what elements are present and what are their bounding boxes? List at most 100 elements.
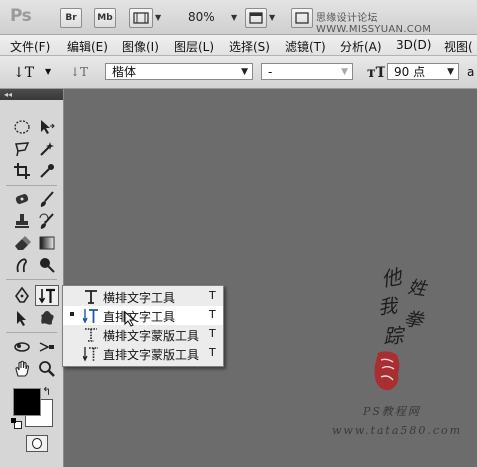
smudge-finger-icon [16, 258, 27, 273]
menu-layer[interactable]: 图层(L) [174, 38, 214, 55]
chevron-down-icon[interactable]: ▼ [231, 13, 237, 22]
zoom-tool[interactable] [36, 359, 58, 379]
pen-tool[interactable] [11, 285, 33, 305]
clone-stamp-tool[interactable] [11, 211, 33, 231]
menu-bar: 文件(F) 编辑(E) 图像(I) 图层(L) 选择(S) 滤镜(T) 分析(A… [0, 35, 477, 56]
anti-alias-label: a [467, 65, 475, 79]
font-size-field[interactable]: 90 点 ▼ [387, 63, 459, 80]
brush-icon [40, 191, 54, 207]
chevron-down-icon[interactable]: ▼ [269, 13, 275, 22]
default-colors-icon[interactable] [11, 418, 22, 429]
tools-panel: ◂◂ ↰ [0, 89, 64, 467]
application-bar: Ps Br Mb ▼ 80% ▼ ▼ 思缘设计论坛 WWW.MISSYUAN.C… [0, 0, 477, 35]
chevron-down-icon: ▼ [447, 67, 454, 77]
eraser-icon [15, 236, 31, 250]
quick-mask-icon [32, 438, 42, 449]
chevron-down-icon[interactable]: ▼ [155, 13, 161, 22]
hand-tool[interactable] [11, 359, 33, 379]
vertical-type-icon [83, 309, 98, 324]
toolbox-divider [6, 279, 57, 280]
dodge-icon [40, 258, 55, 273]
chevron-down-icon: ▼ [241, 67, 248, 77]
eraser-tool[interactable] [11, 233, 33, 253]
menu-filter[interactable]: 滤镜(T) [285, 38, 326, 55]
eyedropper-icon [40, 164, 54, 178]
swap-colors-icon[interactable]: ↰ [42, 385, 51, 398]
bandage-icon [15, 194, 29, 204]
calligraphy-character: 姓 [406, 276, 428, 301]
mini-bridge-button[interactable]: Mb [94, 8, 116, 28]
tools-panel-header[interactable]: ◂◂ [0, 89, 63, 100]
site-url-text: www.tata580.com [332, 424, 463, 437]
3d-rotate-tool[interactable] [11, 337, 33, 357]
font-style-select[interactable]: - ▼ [261, 63, 353, 80]
3d-camera-tool[interactable] [36, 337, 58, 357]
screen-mode-icon [295, 12, 309, 24]
hand-icon [15, 360, 30, 377]
menu-select[interactable]: 选择(S) [229, 38, 270, 55]
site-name-text: PS教程网 [363, 405, 421, 418]
polygonal-lasso-icon [15, 142, 30, 157]
bridge-button[interactable]: Br [60, 8, 82, 28]
flyout-vertical-type-tool[interactable]: 直排文字工具 T [63, 306, 223, 325]
gradient-tool[interactable] [36, 233, 58, 253]
menu-edit[interactable]: 编辑(E) [67, 38, 108, 55]
menu-analysis[interactable]: 分析(A) [340, 38, 382, 55]
custom-shape-tool[interactable] [36, 308, 58, 328]
toolbox-divider [6, 185, 57, 186]
mouse-pointer-icon [124, 311, 136, 327]
flyout-vertical-type-mask-tool[interactable]: 直排文字蒙版工具 T [63, 344, 223, 363]
type-tool-flyout-menu: 横排文字工具 T 直排文字工具 T 横排文字蒙版工具 T 直排文字蒙版工具 T [62, 285, 224, 367]
menu-3d[interactable]: 3D(D) [396, 38, 431, 52]
vertical-type-mask-icon [83, 347, 98, 362]
quick-mask-button[interactable] [26, 435, 48, 452]
ellipse-marquee-icon [14, 120, 30, 134]
spot-healing-tool[interactable] [11, 189, 33, 209]
toggle-text-orientation-button[interactable]: ↓T [67, 62, 89, 82]
font-family-select[interactable]: 楷体 ▼ [105, 63, 253, 80]
menu-view[interactable]: 视图( [444, 38, 473, 55]
move-tool[interactable] [36, 117, 58, 137]
flyout-horizontal-type-tool[interactable]: 横排文字工具 T [63, 287, 223, 306]
dodge-tool[interactable] [36, 255, 58, 275]
crop-tool[interactable] [11, 161, 33, 181]
magic-wand-icon [40, 142, 54, 156]
pen-nib-icon [15, 286, 29, 303]
marquee-tool[interactable] [11, 117, 33, 137]
svg-text:ᴛT: ᴛT [367, 65, 385, 80]
eyedropper-tool[interactable] [36, 161, 58, 181]
vertical-type-icon: ↓T [13, 65, 35, 80]
foreground-color-swatch[interactable] [13, 388, 41, 416]
path-selection-arrow-icon [17, 311, 26, 326]
brush-tool[interactable] [36, 189, 58, 209]
svg-text:↓T: ↓T [70, 65, 88, 79]
magnifier-icon [39, 361, 55, 377]
history-brush-icon [39, 213, 54, 229]
tool-preset-picker[interactable]: ↓T ▼ [7, 62, 55, 82]
lasso-tool[interactable] [11, 139, 33, 159]
font-size-icon: ᴛT [367, 64, 387, 81]
blur-tool[interactable] [11, 255, 33, 275]
options-bar: ↓T ▼ ↓T 楷体 ▼ - ▼ ᴛT 90 点 ▼ a [0, 56, 477, 89]
3d-camera-icon [39, 342, 54, 352]
history-brush-tool[interactable] [36, 211, 58, 231]
photoshop-logo: Ps [10, 6, 32, 26]
svg-text:↓T: ↓T [13, 65, 35, 80]
path-selection-tool[interactable] [11, 308, 33, 328]
arrange-documents-button[interactable] [245, 8, 267, 28]
vertical-type-icon [38, 288, 55, 304]
screen-mode-button[interactable] [291, 8, 313, 28]
menu-image[interactable]: 图像(I) [122, 38, 159, 55]
red-seal-stamp [374, 351, 400, 391]
flyout-horizontal-type-mask-tool[interactable]: 横排文字蒙版工具 T [63, 325, 223, 344]
calligraphy-character: 我 [377, 295, 399, 319]
view-extras-button[interactable] [129, 8, 153, 28]
toolbox-divider [6, 332, 57, 333]
calligraphy-character: 踪 [382, 323, 404, 349]
vertical-type-tool[interactable] [35, 285, 59, 306]
zoom-level[interactable]: 80% [188, 10, 215, 24]
magic-wand-tool[interactable] [36, 139, 58, 159]
stamp-icon [15, 214, 29, 228]
move-arrow-icon [41, 120, 55, 134]
menu-file[interactable]: 文件(F) [10, 38, 50, 55]
